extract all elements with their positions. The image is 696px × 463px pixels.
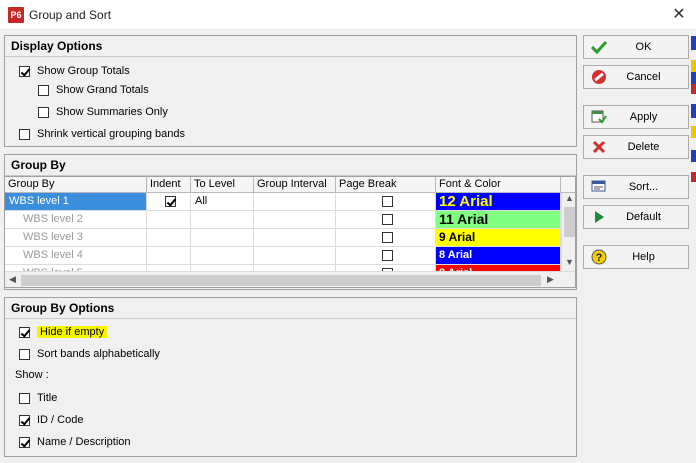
row3-group-by[interactable]: WBS level 3 <box>5 229 147 247</box>
row4-indent[interactable] <box>147 247 191 265</box>
hide-if-empty-checkbox[interactable]: Hide if empty <box>19 324 108 340</box>
checkbox-box[interactable] <box>38 84 49 96</box>
row2-font-color[interactable]: 11 Arial <box>436 211 561 229</box>
default-button[interactable]: Default <box>583 205 689 229</box>
background-stripe <box>691 126 696 138</box>
group-by-header: Group By <box>5 155 576 176</box>
scroll-right-icon[interactable]: ▶ <box>543 274 558 285</box>
indent-checkbox[interactable] <box>165 196 176 207</box>
row3-group-interval[interactable] <box>254 229 336 247</box>
row4-to-level[interactable] <box>191 247 254 265</box>
group-by-options-panel: Group By Options <box>4 297 577 457</box>
no-entry-icon <box>587 66 611 88</box>
page-break-checkbox[interactable] <box>382 250 393 261</box>
row1-group-interval[interactable] <box>254 193 336 211</box>
row2-page-break[interactable] <box>336 211 436 229</box>
apply-icon <box>587 106 611 128</box>
delete-x-icon <box>587 136 611 158</box>
play-arrow-icon <box>587 206 611 228</box>
show-group-totals-checkbox[interactable]: Show Group Totals <box>19 63 130 79</box>
display-options-header: Display Options <box>5 36 576 57</box>
checkbox-box[interactable] <box>19 326 30 338</box>
col-font-color[interactable]: Font & Color <box>436 177 561 193</box>
row4-group-interval[interactable] <box>254 247 336 265</box>
checkbox-box[interactable] <box>19 348 30 360</box>
checkbox-box[interactable] <box>19 128 30 140</box>
svg-text:?: ? <box>596 252 603 264</box>
row3-page-break[interactable] <box>336 229 436 247</box>
row4-font-color[interactable]: 8 Arial <box>436 247 561 265</box>
p6-app-icon: P6 <box>8 7 24 23</box>
help-button[interactable]: ? Help <box>583 245 689 269</box>
background-stripe <box>691 150 696 162</box>
col-head-filler <box>561 177 575 193</box>
vertical-scroll-thumb[interactable] <box>564 207 575 237</box>
row1-indent[interactable] <box>147 193 191 211</box>
row3-to-level[interactable] <box>191 229 254 247</box>
row2-group-interval[interactable] <box>254 211 336 229</box>
hide-if-empty-label: Hide if empty <box>37 326 108 338</box>
background-stripe <box>691 172 696 182</box>
vertical-scrollbar[interactable]: ▲ ▼ <box>561 193 575 271</box>
row3-indent[interactable] <box>147 229 191 247</box>
sort-bands-checkbox[interactable]: Sort bands alphabetically <box>19 346 160 362</box>
checkbox-box[interactable] <box>19 436 30 448</box>
background-stripe <box>691 60 696 72</box>
close-icon[interactable]: ✕ <box>668 4 690 26</box>
show-label: Show : <box>15 369 49 381</box>
group-by-table: Group By Indent To Level Group Interval … <box>4 176 576 288</box>
row2-group-by[interactable]: WBS level 2 <box>5 211 147 229</box>
scroll-left-icon[interactable]: ◀ <box>5 274 20 285</box>
apply-button[interactable]: Apply <box>583 105 689 129</box>
row1-font-color[interactable]: 12 Arial <box>436 193 561 211</box>
row2-to-level[interactable] <box>191 211 254 229</box>
shrink-bands-checkbox[interactable]: Shrink vertical grouping bands <box>19 126 185 142</box>
sort-button[interactable]: Sort... <box>583 175 689 199</box>
row3-font-color[interactable]: 9 Arial <box>436 229 561 247</box>
checkmark-icon <box>587 36 611 58</box>
col-group-by[interactable]: Group By <box>5 177 147 193</box>
page-break-checkbox[interactable] <box>382 196 393 207</box>
background-stripe <box>691 84 696 94</box>
help-question-icon: ? <box>587 246 611 268</box>
show-name-description-checkbox[interactable]: Name / Description <box>19 434 131 450</box>
checkbox-box[interactable] <box>19 65 30 77</box>
window-title: Group and Sort <box>29 8 112 22</box>
background-stripe <box>691 72 696 84</box>
checkbox-box[interactable] <box>19 392 30 404</box>
checkbox-box[interactable] <box>19 414 30 426</box>
show-grand-totals-checkbox[interactable]: Show Grand Totals <box>38 82 149 98</box>
show-title-checkbox[interactable]: Title <box>19 390 57 406</box>
row1-to-level[interactable]: All <box>191 193 254 211</box>
row1-page-break[interactable] <box>336 193 436 211</box>
col-group-interval[interactable]: Group Interval <box>254 177 336 193</box>
sort-icon <box>587 176 611 198</box>
background-stripe <box>691 36 696 50</box>
scroll-down-icon[interactable]: ▼ <box>562 257 575 267</box>
scroll-up-icon[interactable]: ▲ <box>562 193 575 203</box>
page-break-checkbox[interactable] <box>382 232 393 243</box>
col-to-level[interactable]: To Level <box>191 177 254 193</box>
delete-button[interactable]: Delete <box>583 135 689 159</box>
title-bar: P6 Group and Sort ✕ <box>0 0 696 30</box>
checkbox-box[interactable] <box>38 106 49 118</box>
ok-button[interactable]: OK <box>583 35 689 59</box>
col-indent[interactable]: Indent <box>147 177 191 193</box>
show-id-code-checkbox[interactable]: ID / Code <box>19 412 83 428</box>
row4-group-by[interactable]: WBS level 4 <box>5 247 147 265</box>
horizontal-scrollbar[interactable]: ◀ ▶ <box>5 271 575 287</box>
page-break-checkbox[interactable] <box>382 214 393 225</box>
row4-page-break[interactable] <box>336 247 436 265</box>
row1-group-by[interactable]: WBS level 1 <box>5 193 147 211</box>
row2-indent[interactable] <box>147 211 191 229</box>
horizontal-scroll-thumb[interactable] <box>21 275 541 286</box>
show-summaries-only-checkbox[interactable]: Show Summaries Only <box>38 104 168 120</box>
group-by-options-header: Group By Options <box>5 298 576 319</box>
cancel-button[interactable]: Cancel <box>583 65 689 89</box>
col-page-break[interactable]: Page Break <box>336 177 436 193</box>
background-stripe <box>691 104 696 118</box>
